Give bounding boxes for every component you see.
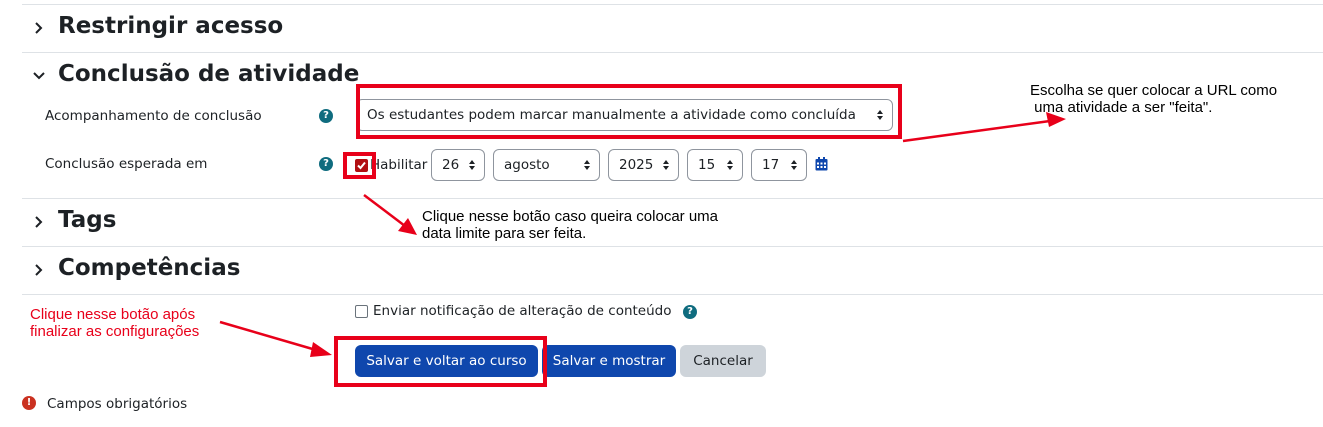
arrowhead <box>310 342 332 357</box>
annotation-line: Clique nesse botão após <box>30 306 196 323</box>
annotation-line: uma atividade a ser "feita". <box>1030 99 1213 116</box>
annotation-line: Escolha se quer colocar a URL como <box>1030 82 1278 99</box>
annotation-line: Clique nesse botão caso queira colocar u… <box>422 208 719 225</box>
annotation-line: data limite para ser feita. <box>422 225 587 242</box>
arrow-to-save-note <box>219 320 317 352</box>
arrow-to-date-note <box>363 194 406 227</box>
arrow-to-tracking-note <box>902 119 1051 143</box>
annotation-url-note: Escolha se quer colocar a URL como uma a… <box>1030 82 1277 116</box>
arrowhead <box>398 218 417 235</box>
annotation-save-note: Clique nesse botão após finalizar as con… <box>30 306 199 340</box>
annotation-line: finalizar as configurações <box>30 323 200 340</box>
annotation-date-note: Clique nesse botão caso queira colocar u… <box>422 208 718 242</box>
